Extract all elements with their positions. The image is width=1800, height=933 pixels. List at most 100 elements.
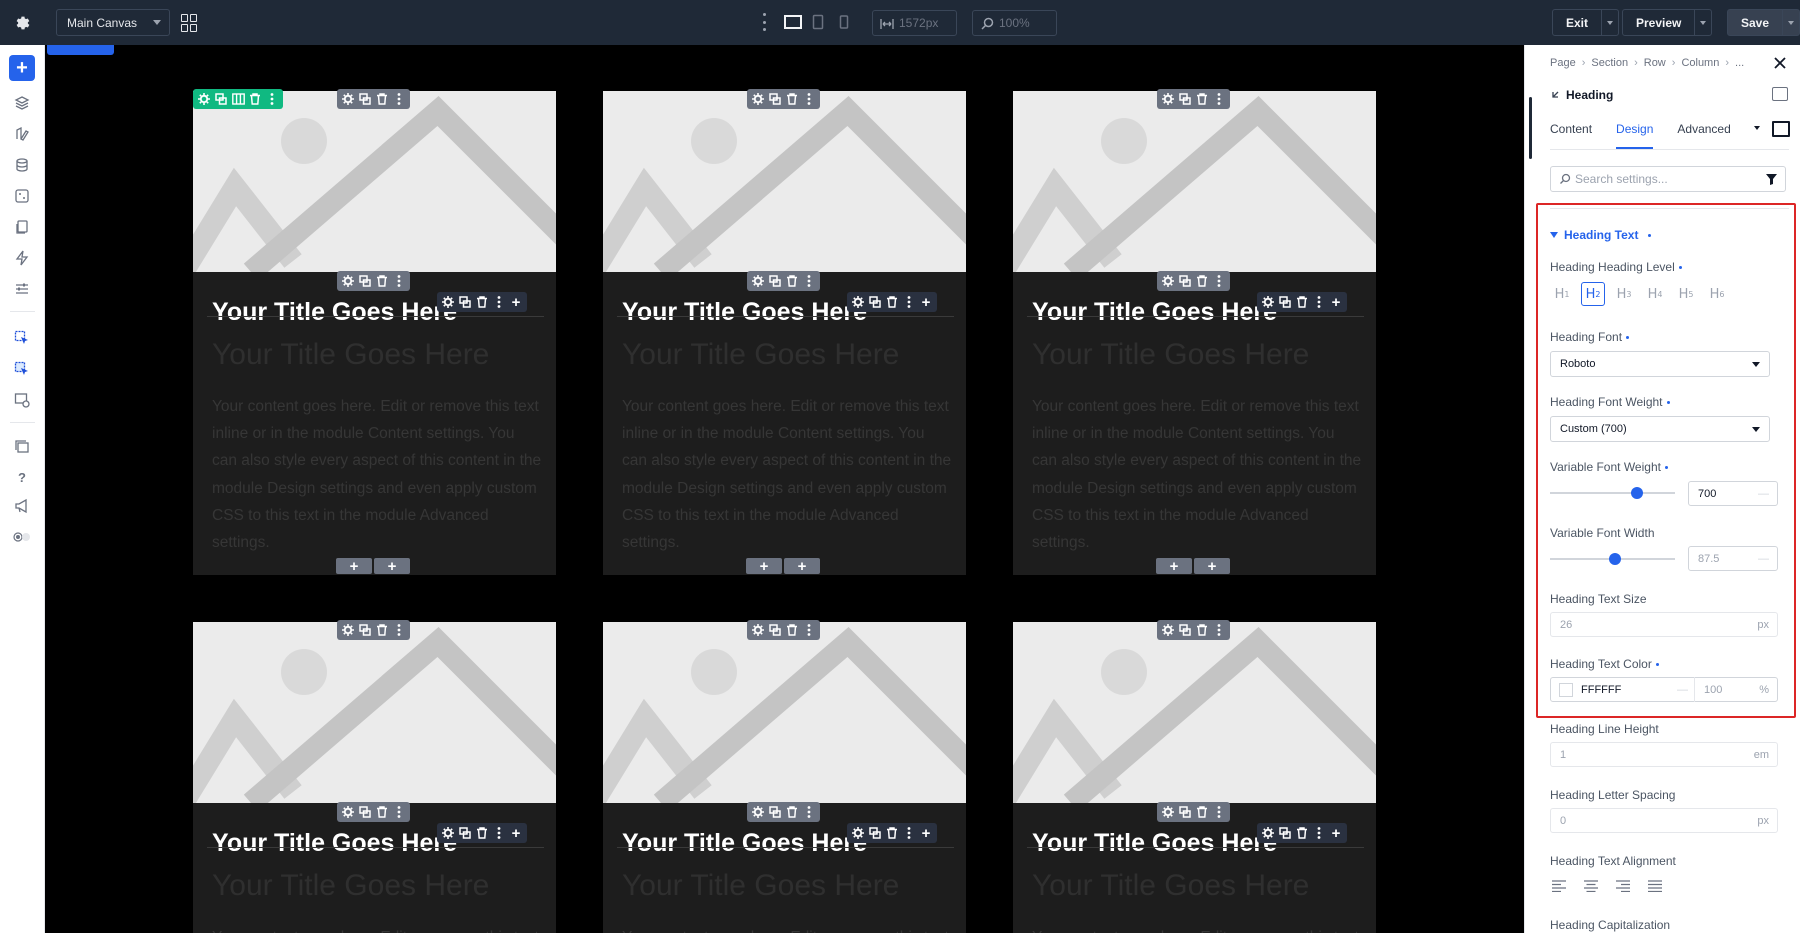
image-placeholder[interactable] — [1013, 622, 1376, 803]
settings-icon[interactable] — [1261, 295, 1275, 309]
search-settings-input[interactable]: Search settings... — [1550, 166, 1786, 192]
announcement-icon[interactable] — [12, 496, 32, 516]
blurb-heading[interactable]: Your Title Goes Here — [1032, 338, 1309, 372]
tabs-dropdown-icon[interactable] — [1754, 126, 1760, 130]
variable-weight-input[interactable]: 700— — [1688, 481, 1778, 506]
blurb-body-text[interactable]: Your content goes here. Edit or remove t… — [1032, 924, 1362, 933]
align-left-icon[interactable] — [1552, 880, 1566, 892]
module-toolbar[interactable] — [337, 802, 410, 822]
image-placeholder[interactable] — [603, 622, 966, 803]
heading-level-h6[interactable]: H6 — [1705, 282, 1729, 306]
trash-icon[interactable] — [375, 274, 389, 288]
preview-button[interactable]: Preview — [1622, 9, 1713, 36]
settings-icon[interactable] — [341, 92, 355, 106]
canvas-width-field[interactable]: 1572px — [872, 10, 957, 36]
settings-icon[interactable] — [851, 295, 865, 309]
heading-level-h4[interactable]: H4 — [1643, 282, 1667, 306]
slider-handle[interactable] — [1609, 553, 1621, 565]
save-button[interactable]: Save — [1727, 9, 1800, 36]
duplicate-icon[interactable] — [1178, 623, 1192, 637]
settings-icon[interactable] — [751, 805, 765, 819]
more-options-icon[interactable] — [265, 92, 279, 106]
add-row-button[interactable]: + — [374, 558, 410, 574]
more-options-icon[interactable] — [902, 826, 916, 840]
align-justify-icon[interactable] — [1648, 880, 1662, 892]
blurb-card[interactable]: Your Title Goes Here Your Title Goes Here… — [603, 620, 966, 933]
settings-icon[interactable] — [751, 92, 765, 106]
settings-icon[interactable] — [751, 274, 765, 288]
settings-icon[interactable] — [1161, 623, 1175, 637]
columns-icon[interactable] — [231, 92, 245, 106]
zoom-field[interactable]: 100% — [972, 10, 1057, 36]
multi-select-icon[interactable] — [12, 359, 32, 379]
settings-icon[interactable] — [1261, 826, 1275, 840]
more-options-icon[interactable] — [392, 623, 406, 637]
module-toolbar[interactable] — [1157, 802, 1230, 822]
blurb-title[interactable]: Your Title Goes Here — [212, 829, 457, 858]
blurb-title[interactable]: Your Title Goes Here — [622, 829, 867, 858]
breadcrumb-page[interactable]: Page — [1550, 57, 1576, 69]
blurb-body-text[interactable]: Your content goes here. Edit or remove t… — [212, 924, 542, 933]
module-toolbar[interactable] — [337, 89, 410, 109]
more-options-icon[interactable] — [1312, 295, 1326, 309]
settings-icon[interactable] — [851, 826, 865, 840]
blurb-card[interactable]: Your Title Goes Here Your Title Goes Here… — [1013, 620, 1376, 933]
module-toolbar[interactable] — [747, 802, 820, 822]
trash-icon[interactable] — [1295, 826, 1309, 840]
trash-icon[interactable] — [1195, 805, 1209, 819]
module-toolbar[interactable] — [747, 271, 820, 291]
color-swatch[interactable] — [1559, 682, 1573, 697]
duplicate-icon[interactable] — [868, 826, 882, 840]
save-dropdown-icon[interactable] — [1782, 10, 1799, 35]
blurb-card[interactable]: Your Title Goes Here Your Title Goes Here… — [193, 620, 556, 933]
section-toolbar[interactable] — [47, 45, 114, 55]
trash-icon[interactable] — [785, 92, 799, 106]
text-size-input[interactable]: 26 px — [1550, 612, 1778, 637]
grid-view-icon[interactable] — [181, 14, 199, 32]
module-toolbar[interactable] — [747, 620, 820, 640]
theme-toggle-icon[interactable] — [12, 527, 32, 547]
settings-icon[interactable] — [441, 826, 455, 840]
desktop-view-icon[interactable] — [784, 14, 802, 35]
add-module-button[interactable]: + — [1156, 558, 1192, 574]
preview-dropdown-icon[interactable] — [1694, 10, 1711, 35]
click-select-icon[interactable] — [12, 328, 32, 348]
font-weight-select[interactable]: Custom (700) — [1550, 416, 1770, 442]
help-icon[interactable]: ? — [12, 467, 32, 487]
settings-icon[interactable] — [197, 92, 211, 106]
variable-weight-slider[interactable] — [1550, 483, 1675, 503]
add-module-button[interactable]: + — [336, 558, 372, 574]
design-library-icon[interactable] — [12, 124, 32, 144]
breadcrumb-more[interactable]: ... — [1735, 57, 1744, 69]
blurb-card[interactable]: Your Title Goes Here Your Title Goes Here… — [1013, 89, 1376, 575]
duplicate-icon[interactable] — [868, 295, 882, 309]
trash-icon[interactable] — [475, 295, 489, 309]
more-options-icon[interactable] — [802, 274, 816, 288]
heading-level-h2[interactable]: H2 — [1581, 282, 1605, 306]
add-icon[interactable]: + — [1329, 826, 1343, 841]
image-placeholder[interactable] — [1013, 91, 1376, 272]
settings-icon[interactable] — [441, 295, 455, 309]
settings-icon[interactable] — [1161, 274, 1175, 288]
lightning-icon[interactable] — [12, 248, 32, 268]
trash-icon[interactable] — [1195, 623, 1209, 637]
heading-level-h1[interactable]: H1 — [1550, 282, 1574, 306]
element-preview-icon[interactable] — [1772, 121, 1790, 137]
builder-canvas[interactable]: Your Title Goes Here Your Title Goes Here… — [45, 45, 1524, 933]
duplicate-icon[interactable] — [1178, 92, 1192, 106]
more-options-icon[interactable] — [492, 295, 506, 309]
element-toolbar[interactable]: + — [437, 823, 527, 843]
element-toolbar[interactable]: + — [437, 292, 527, 312]
settings-icon[interactable] — [1161, 805, 1175, 819]
image-placeholder[interactable] — [193, 91, 556, 272]
duplicate-icon[interactable] — [358, 92, 372, 106]
windows-icon[interactable] — [12, 437, 32, 457]
trash-icon[interactable] — [375, 92, 389, 106]
more-options-icon[interactable] — [392, 805, 406, 819]
duplicate-icon[interactable] — [458, 295, 472, 309]
pages-icon[interactable] — [12, 217, 32, 237]
align-center-icon[interactable] — [1584, 880, 1598, 892]
blurb-body-text[interactable]: Your content goes here. Edit or remove t… — [622, 924, 952, 933]
duplicate-icon[interactable] — [768, 274, 782, 288]
image-placeholder[interactable] — [603, 91, 966, 272]
